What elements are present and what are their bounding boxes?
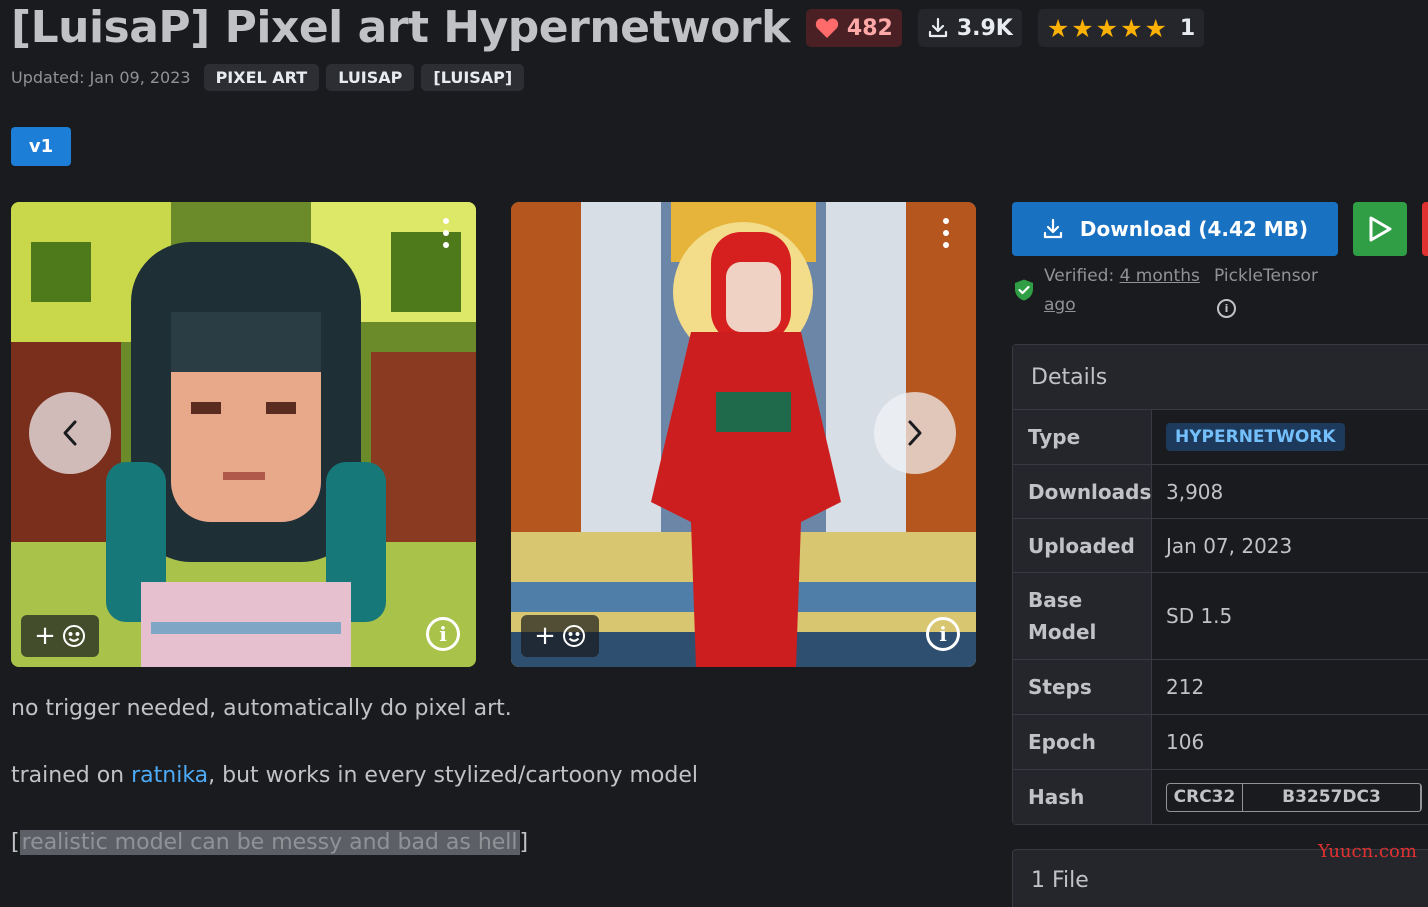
- tag-pixel-art[interactable]: PIXEL ART: [203, 64, 320, 91]
- title-row: [LuisaP] Pixel art Hypernetwork 482 3.9K…: [11, 0, 1205, 56]
- plus-icon: +: [534, 621, 556, 651]
- likes-count: 482: [846, 15, 893, 41]
- highlighted-text: realistic model can be messy and bad as …: [19, 830, 520, 855]
- detail-row-uploaded: Uploaded Jan 07, 2023: [1013, 519, 1428, 573]
- detail-key: Epoch: [1013, 715, 1152, 769]
- smiley-icon: [62, 625, 85, 647]
- download-icon: [928, 17, 947, 38]
- image-info-icon[interactable]: i: [926, 617, 960, 651]
- carousel-next-button[interactable]: [874, 392, 956, 474]
- description-text: , but works in every stylized/cartoony m…: [208, 763, 698, 788]
- version-button[interactable]: v1: [11, 127, 71, 166]
- description-line-1: no trigger needed, automatically do pixe…: [11, 696, 512, 721]
- carousel-prev-button[interactable]: [29, 392, 111, 474]
- detail-key: Type: [1013, 410, 1152, 464]
- detail-value: 212: [1166, 675, 1205, 699]
- scanner-name: PickleTensor: [1214, 266, 1318, 286]
- ratnika-link[interactable]: ratnika: [131, 763, 208, 788]
- detail-value: SD 1.5: [1166, 604, 1233, 628]
- scanner-info: PickleTensor i: [1214, 262, 1318, 322]
- details-panel: Details Type HYPERNETWORK Downloads 3,90…: [1012, 344, 1428, 825]
- download-button[interactable]: Download (4.42 MB): [1012, 202, 1338, 256]
- chevron-left-icon: [63, 420, 77, 446]
- verified-status: Verified: 4 months ago: [1012, 262, 1204, 320]
- likes-badge[interactable]: 482: [805, 9, 902, 47]
- detail-key: Hash: [1013, 770, 1152, 824]
- smiley-icon: [562, 625, 585, 647]
- rating-badge[interactable]: ★★★★★ 1: [1037, 9, 1205, 47]
- bracket-open: [: [11, 830, 20, 855]
- download-icon: [1043, 218, 1063, 239]
- heart-icon: [815, 18, 839, 38]
- description-line-2: trained on ratnika, but works in every s…: [11, 763, 698, 788]
- tag-luisap-bracket[interactable]: [LUISAP]: [421, 64, 525, 91]
- detail-key: Uploaded: [1013, 519, 1152, 572]
- add-reaction-button[interactable]: +: [521, 615, 599, 657]
- rating-stars-icon: ★★★★★: [1046, 13, 1169, 43]
- info-icon[interactable]: i: [1217, 299, 1236, 318]
- detail-row-type: Type HYPERNETWORK: [1013, 410, 1428, 465]
- hash-value[interactable]: B3257DC3: [1243, 783, 1421, 811]
- detail-row-steps: Steps 212: [1013, 660, 1428, 715]
- tag-luisap[interactable]: LUISAP: [326, 64, 415, 91]
- more-action-button[interactable]: [1422, 202, 1428, 256]
- description-line-3: [realistic model can be messy and bad as…: [11, 830, 528, 855]
- meta-row: Updated: Jan 09, 2023 PIXEL ART LUISAP […: [11, 64, 525, 91]
- detail-value: 3,908: [1166, 479, 1224, 504]
- description-text: trained on: [11, 763, 132, 788]
- hash-copy-button[interactable]: CRC32 B3257DC3: [1166, 782, 1422, 812]
- page-title: [LuisaP] Pixel art Hypernetwork: [11, 2, 790, 53]
- hash-type[interactable]: CRC32: [1167, 783, 1243, 811]
- detail-key: Downloads: [1013, 465, 1152, 518]
- rating-count: 1: [1179, 15, 1196, 41]
- run-model-button[interactable]: [1353, 202, 1407, 256]
- chevron-right-icon: [908, 420, 922, 446]
- download-label: Download (4.42 MB): [1079, 217, 1309, 241]
- bracket-close: ]: [519, 830, 529, 855]
- details-title[interactable]: Details: [1013, 345, 1428, 410]
- shield-check-icon: [1015, 279, 1033, 301]
- updated-date: Updated: Jan 09, 2023: [11, 68, 191, 87]
- detail-row-hash: Hash CRC32 B3257DC3: [1013, 770, 1428, 824]
- detail-value: 106: [1166, 730, 1205, 754]
- detail-row-base-model: Base Model SD 1.5: [1013, 573, 1428, 660]
- add-reaction-button[interactable]: +: [21, 615, 99, 657]
- type-badge: HYPERNETWORK: [1166, 423, 1345, 451]
- detail-row-downloads: Downloads 3,908: [1013, 465, 1428, 519]
- detail-row-epoch: Epoch 106: [1013, 715, 1428, 770]
- downloads-badge: 3.9K: [917, 9, 1022, 47]
- plus-icon: +: [34, 621, 56, 651]
- watermark: Yuucn.com: [1318, 841, 1417, 862]
- detail-key: Base Model: [1013, 573, 1152, 659]
- verified-text: Verified: 4 months ago: [1044, 266, 1200, 315]
- image-menu-button[interactable]: [936, 216, 956, 250]
- detail-key: Steps: [1013, 660, 1152, 714]
- play-icon: [1369, 216, 1392, 242]
- image-menu-button[interactable]: [436, 216, 456, 250]
- downloads-count: 3.9K: [956, 15, 1013, 41]
- detail-value: Jan 07, 2023: [1166, 533, 1293, 558]
- image-info-icon[interactable]: i: [426, 617, 460, 651]
